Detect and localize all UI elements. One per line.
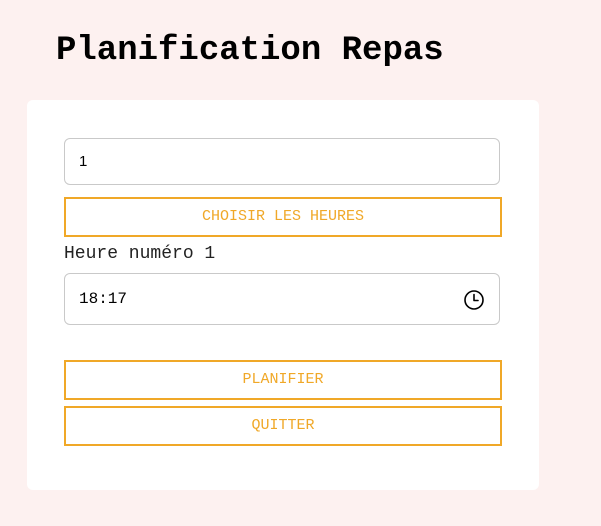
choose-hours-button[interactable]: CHOISIR LES HEURES [64,197,502,237]
hour-1-label: Heure numéro 1 [64,244,216,264]
meal-planner-card: CHOISIR LES HEURES Heure numéro 1 18:17 … [27,100,539,490]
hour-1-time-input[interactable]: 18:17 [64,273,500,325]
hour-count-input[interactable] [65,139,499,184]
clock-icon[interactable] [463,289,485,311]
page-title: Planification Repas [56,32,444,70]
hour-1-time-value[interactable]: 18:17 [79,274,127,324]
plan-button[interactable]: PLANIFIER [64,360,502,400]
hour-count-field[interactable] [64,138,500,185]
quit-button[interactable]: QUITTER [64,406,502,446]
